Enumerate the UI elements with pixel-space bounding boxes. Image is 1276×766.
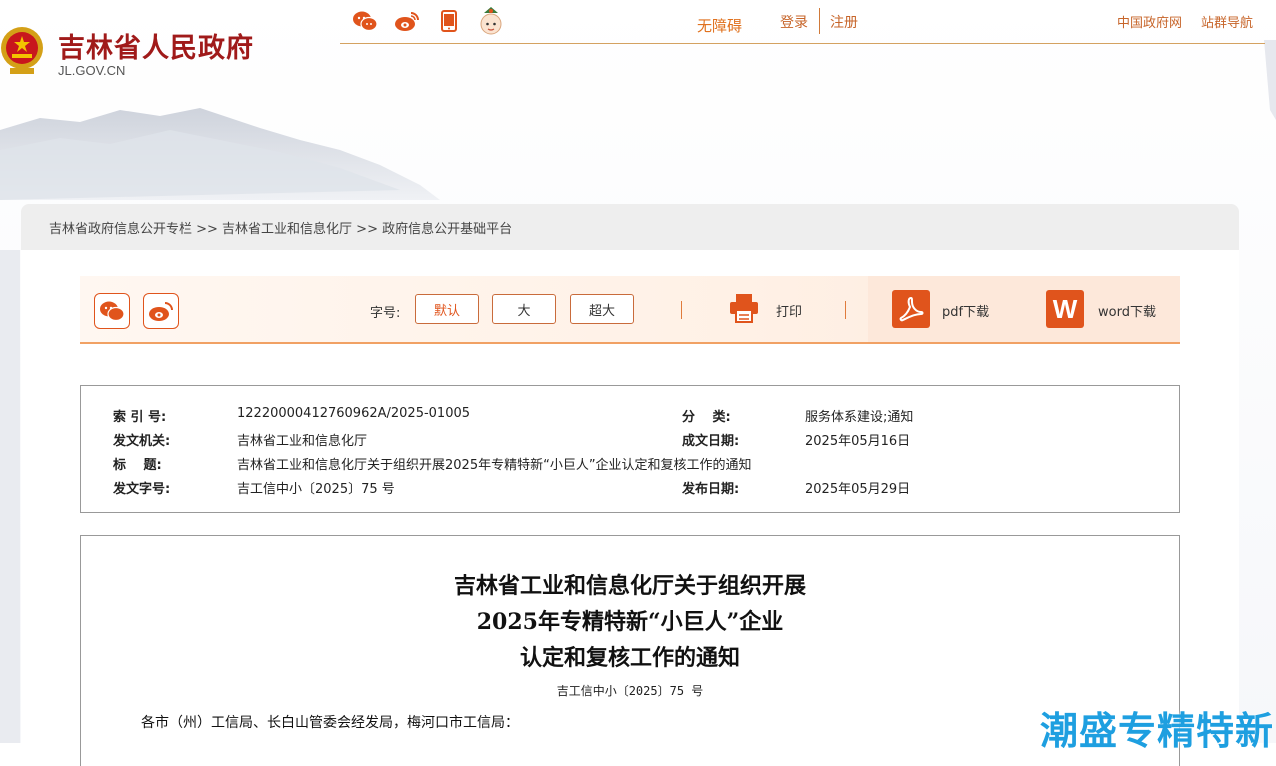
issuer-value: 吉林省工业和信息化厅 [237,434,368,449]
document-metadata-table: 索 引 号: 12220000412760962A/2025-01005 分 类… [80,385,1180,513]
site-group-nav-link[interactable]: 站群导航 [1201,12,1253,31]
created-date-value: 2025年05月16日 [805,434,911,449]
toolbar-divider [845,301,846,319]
document-title-line-2: 2025年专精特新“小巨人”企业 [476,609,784,635]
document-title-line-1: 吉林省工业和信息化厅关于组织开展 [453,573,806,599]
share-weibo-button[interactable] [143,293,179,329]
category-value: 服务体系建设;通知 [805,410,914,425]
issuer-label: 发文机关: [113,434,171,449]
printer-icon[interactable] [728,292,760,324]
title-label: 标 题: [113,458,162,473]
china-gov-link[interactable]: 中国政府网 [1117,12,1182,31]
document-body: 吉林省工业和信息化厅关于组织开展 2025年专精特新“小巨人”企业 认定和复核工… [80,535,1180,766]
print-button[interactable]: 打印 [776,301,802,320]
font-large-button[interactable]: 大 [492,294,556,324]
document-title-line-3: 认定和复核工作的通知 [519,645,740,671]
wechat-icon [100,301,125,322]
share-wechat-button[interactable] [94,293,130,329]
font-size-label: 字号: [370,306,401,321]
word-download-button[interactable]: word下载 [1098,301,1156,320]
index-number-value: 12220000412760962A/2025-01005 [237,406,471,421]
title-value: 吉林省工业和信息化厅关于组织开展2025年专精特新“小巨人”企业认定和复核工作的… [237,458,752,473]
national-emblem-logo[interactable] [0,22,46,80]
word-icon[interactable]: W [1046,290,1084,328]
toolbar-divider [681,301,682,319]
published-date-value: 2025年05月29日 [805,482,911,497]
header-share-icons [350,4,506,38]
font-default-button[interactable]: 默认 [415,294,479,324]
document-number: 吉工信中小〔2025〕75 号 [556,684,704,698]
breadcrumb-text[interactable]: 吉林省政府信息公开专栏 >> 吉林省工业和信息化厅 >> 政府信息公开基础平台 [49,218,512,237]
mobile-icon[interactable] [434,6,464,36]
site-domain: JL.GOV.CN [58,63,126,78]
category-label: 分 类: [682,410,731,425]
weibo-icon[interactable] [392,6,422,36]
mascot-icon[interactable] [476,6,506,36]
pdf-download-button[interactable]: pdf下载 [942,301,989,320]
created-date-label: 成文日期: [682,434,740,449]
site-title[interactable]: 吉林省人民政府 [58,26,254,65]
document-number-label: 发文字号: [113,482,171,497]
breadcrumb: 吉林省政府信息公开专栏 >> 吉林省工业和信息化厅 >> 政府信息公开基础平台 [21,204,1239,250]
weibo-icon [149,302,173,321]
article-toolbar: 字号: 默认 大 超大 打印 pdf下载 W word下载 [80,276,1180,344]
accessibility-link[interactable]: 无障碍 [697,15,742,36]
index-number-label: 索 引 号: [113,410,167,425]
document-number-value: 吉工信中小〔2025〕75 号 [237,482,395,497]
font-xlarge-button[interactable]: 超大 [570,294,634,324]
watermark-text: 潮盛专精特新 [1040,709,1275,753]
wechat-icon[interactable] [350,6,380,36]
document-recipient: 各市（州）工信局、长白山管委会经发局，梅河口市工信局： [141,715,519,731]
login-register-divider [819,8,820,34]
login-link[interactable]: 登录 [780,12,808,32]
register-link[interactable]: 注册 [830,12,858,32]
header-divider-line [340,43,1265,44]
published-date-label: 发布日期: [682,482,740,497]
pdf-icon[interactable] [892,290,930,328]
